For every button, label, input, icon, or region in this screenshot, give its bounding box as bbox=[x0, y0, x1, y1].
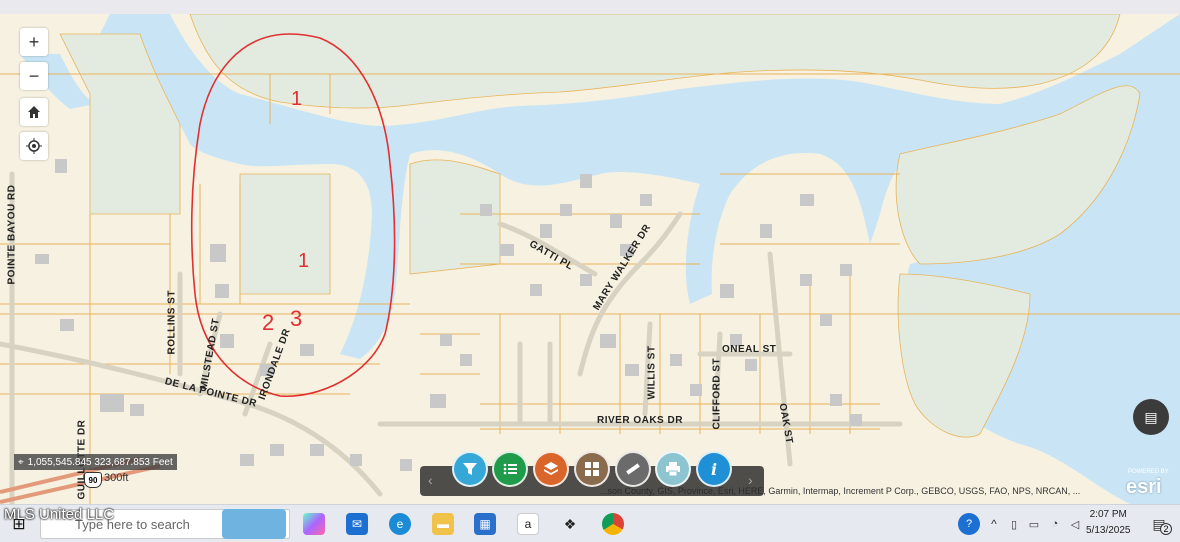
crosshair-icon: ⌖ bbox=[18, 456, 24, 468]
browser-top-strip bbox=[0, 0, 1180, 14]
measure-button[interactable] bbox=[615, 451, 651, 487]
locate-button[interactable] bbox=[20, 132, 48, 160]
print-icon bbox=[666, 462, 680, 477]
basemap-button[interactable] bbox=[574, 451, 610, 487]
road-label: WILLIS ST bbox=[646, 345, 658, 400]
toolbar-prev-button[interactable]: ‹ bbox=[428, 472, 433, 488]
toolbar-next-button[interactable]: › bbox=[748, 472, 753, 488]
layers-icon bbox=[544, 462, 558, 475]
device-icon[interactable]: ▯ bbox=[1003, 513, 1025, 535]
road-label: POINTE BAYOU RD bbox=[6, 184, 18, 285]
info-button[interactable]: i bbox=[696, 451, 732, 487]
annotation-mark: 3 bbox=[290, 306, 303, 331]
chrome-icon[interactable] bbox=[602, 513, 624, 535]
layer-list-button[interactable] bbox=[492, 451, 528, 487]
annotation-mark: 1 bbox=[298, 250, 310, 272]
measure-icon bbox=[626, 463, 640, 475]
taskbar-clock[interactable]: 2:07 PM 5/13/2025 bbox=[1086, 507, 1131, 539]
edge-icon[interactable]: e bbox=[389, 513, 411, 535]
clock-time: 2:07 PM bbox=[1089, 509, 1127, 520]
print-button[interactable] bbox=[655, 451, 691, 487]
zoom-in-button[interactable]: + bbox=[20, 28, 48, 56]
annotation-mark: 1 bbox=[291, 88, 303, 110]
scale-bar: 300ft bbox=[104, 472, 129, 484]
tray-expand-icon[interactable]: ^ bbox=[983, 513, 1005, 535]
esri-powered-text: POWERED BY bbox=[1128, 469, 1169, 475]
map-canvas[interactable] bbox=[0, 14, 1180, 504]
annotation-mark: 2 bbox=[262, 310, 275, 335]
layers-button[interactable] bbox=[533, 451, 569, 487]
home-icon bbox=[28, 106, 40, 118]
volume-icon[interactable]: ◁ bbox=[1064, 513, 1086, 535]
battery-icon[interactable]: ▭ bbox=[1023, 513, 1045, 535]
search-highlight-icon[interactable] bbox=[222, 509, 286, 539]
network-icon[interactable]: ◔ bbox=[1044, 513, 1066, 535]
store-icon[interactable]: ▦ bbox=[474, 513, 496, 535]
highway-shield: 90 bbox=[84, 472, 102, 488]
esri-logo: esri bbox=[1126, 476, 1162, 498]
basemap-icon bbox=[585, 462, 599, 476]
road-label: RIVER OAKS DR bbox=[597, 415, 683, 426]
locate-icon bbox=[26, 138, 42, 154]
dropbox-icon[interactable]: ❖ bbox=[559, 513, 581, 535]
help-icon[interactable]: ? bbox=[958, 513, 980, 535]
home-button[interactable] bbox=[20, 98, 48, 126]
list-icon bbox=[503, 463, 517, 475]
zoom-out-button[interactable]: − bbox=[20, 62, 48, 90]
mail-icon[interactable]: ✉ bbox=[346, 513, 368, 535]
road-label: CLIFFORD ST bbox=[711, 357, 723, 430]
file-explorer-icon[interactable]: ▬ bbox=[432, 513, 454, 535]
filter-button[interactable] bbox=[452, 451, 488, 487]
road-label: ROLLINS ST bbox=[166, 290, 178, 355]
mls-watermark: MLS United LLC bbox=[4, 506, 115, 523]
amazon-icon[interactable]: a bbox=[517, 513, 539, 535]
clock-date: 5/13/2025 bbox=[1086, 525, 1131, 536]
table-icon: ▤ bbox=[1144, 408, 1158, 425]
copilot-icon[interactable] bbox=[303, 513, 325, 535]
attribute-table-button[interactable]: ▤ bbox=[1133, 399, 1169, 435]
map-view[interactable]: 1 1 2 3 POINTE BAYOU RD ROLLINS ST MILST… bbox=[0, 14, 1180, 504]
coordinate-text: 1,055,545.845 323,687.853 Feet bbox=[27, 456, 173, 468]
info-icon: i bbox=[710, 459, 718, 479]
road-label: ONEAL ST bbox=[722, 344, 777, 355]
windows-taskbar: ⊞ Type here to search ✉ e ▬ ▦ a ❖ ? ^ ▯ … bbox=[0, 504, 1180, 542]
notification-count-badge: 2 bbox=[1160, 523, 1172, 535]
coordinate-readout: ⌖ 1,055,545.845 323,687.853 Feet bbox=[14, 454, 177, 470]
filter-icon bbox=[463, 463, 477, 475]
